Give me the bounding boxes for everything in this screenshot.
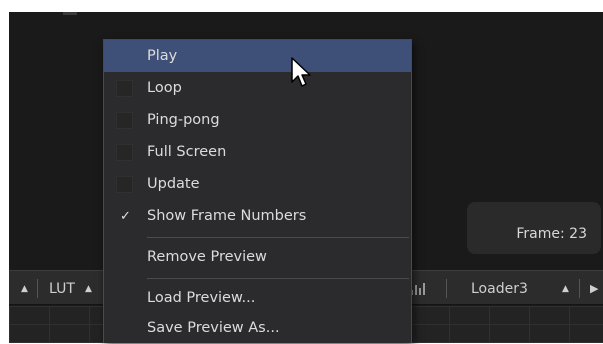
menu-separator — [147, 237, 409, 238]
menu-item-label: Play — [147, 48, 178, 64]
menu-separator — [147, 278, 409, 279]
menu-item-full-screen[interactable]: Full Screen — [104, 136, 411, 168]
menu-item-remove-preview[interactable]: Remove Preview — [104, 241, 411, 273]
viewer-top-marker — [63, 12, 77, 15]
menu-item-show-frame-numbers[interactable]: ✓ Show Frame Numbers — [104, 200, 411, 232]
full-screen-checkbox[interactable] — [116, 143, 133, 161]
menu-item-label: Update — [147, 176, 200, 192]
menu-item-ping-pong[interactable]: Ping-pong — [104, 104, 411, 136]
menu-item-label: Ping-pong — [147, 112, 220, 128]
toolbar-separator — [579, 279, 580, 298]
menu-item-label: Save Preview As... — [147, 320, 280, 336]
arrow-pointer-icon — [291, 57, 311, 87]
menu-item-loop[interactable]: Loop — [104, 72, 411, 104]
menu-item-label: Full Screen — [147, 144, 227, 160]
menu-item-label: Load Preview... — [147, 290, 256, 306]
preview-context-menu: Play Loop Ping-pong Full Screen Update ✓… — [103, 39, 412, 343]
menu-item-play[interactable]: Play — [104, 40, 411, 72]
update-checkbox[interactable] — [116, 175, 133, 193]
view-source-dropdown-label[interactable]: Loader3 — [471, 271, 528, 306]
lut-dropdown-arrow-icon[interactable]: ▲ — [85, 271, 92, 306]
checkmark-icon: ✓ — [120, 208, 131, 224]
toolbar-separator — [446, 279, 447, 298]
histogram-bars-icon[interactable] — [411, 283, 429, 295]
toolbar-left-arrow-up-icon[interactable]: ▲ — [21, 271, 28, 306]
menu-item-update[interactable]: Update — [104, 168, 411, 200]
loop-checkbox[interactable] — [116, 79, 133, 97]
menu-item-load-preview[interactable]: Load Preview... — [104, 282, 411, 314]
menu-item-label: Show Frame Numbers — [147, 208, 307, 224]
menu-item-label: Loop — [147, 80, 182, 96]
toolbar-separator — [37, 279, 38, 298]
frame-number-label: Frame: 23 — [516, 226, 587, 242]
play-arrow-right-icon[interactable]: ▶ — [590, 271, 598, 306]
lut-dropdown-label[interactable]: LUT — [49, 271, 75, 306]
menu-item-save-preview-as[interactable]: Save Preview As... — [104, 312, 411, 344]
ping-pong-checkbox[interactable] — [116, 111, 133, 129]
menu-item-label: Remove Preview — [147, 249, 267, 265]
frame-number-overlay: Frame: 23 — [467, 202, 601, 254]
view-source-arrow-up-icon[interactable]: ▲ — [562, 271, 569, 306]
